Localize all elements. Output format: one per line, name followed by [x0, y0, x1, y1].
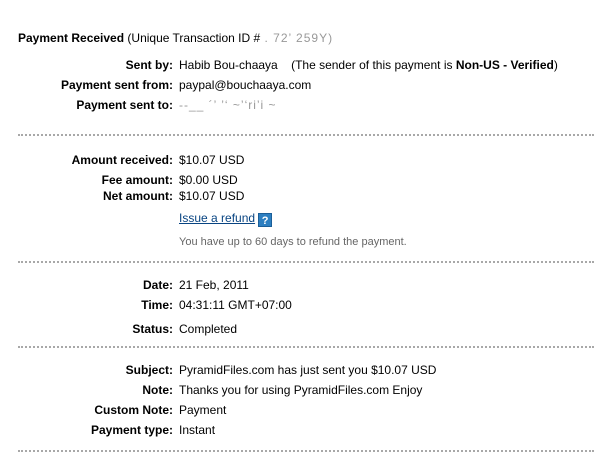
note-label: Note: [142, 383, 173, 397]
page-title: Payment Received [18, 31, 125, 45]
payment-type-label: Payment type: [90, 423, 173, 437]
help-icon[interactable]: ? [258, 213, 273, 227]
status-value: Completed [179, 322, 238, 336]
sent-from-value: paypal@bouchaaya.com [179, 78, 312, 92]
sender-note-suffix: ) [553, 58, 558, 72]
subject-label: Subject: [125, 363, 173, 377]
date-label: Date: [142, 278, 173, 292]
time-label: Time: [141, 298, 173, 312]
sender-note-prefix: (The sender of this payment is [291, 58, 453, 72]
sent-by-value: Habib Bou-chaaya (The sender of this pay… [179, 58, 558, 72]
payment-header: Payment Received (Unique Transaction ID … [18, 31, 333, 45]
amount-received-label: Amount received: [71, 153, 173, 167]
custom-note-label: Custom Note: [94, 403, 173, 417]
sent-to-masked: --__ ´’ ’‘ ~’‘ri’i ~ [179, 98, 277, 112]
transaction-id-prefix: (Unique Transaction ID # [127, 31, 261, 45]
section-divider [18, 261, 594, 263]
fee-amount-value: $0.00 USD [179, 173, 238, 187]
sent-by-label: Sent by: [125, 58, 173, 72]
sender-name: Habib Bou-chaaya [179, 58, 278, 72]
sent-from-label: Payment sent from: [60, 78, 173, 92]
time-value: 04:31:11 GMT+07:00 [179, 298, 292, 312]
status-label: Status: [132, 322, 173, 336]
sender-status: Non-US - Verified [455, 58, 554, 72]
sent-to-label: Payment sent to: [76, 98, 173, 112]
refund-row: Issue a refund? [179, 211, 273, 227]
net-amount-value: $10.07 USD [179, 189, 245, 203]
refund-note: You have up to 60 days to refund the pay… [179, 236, 407, 248]
net-amount-label: Net amount: [103, 189, 173, 203]
custom-note-value: Payment [179, 403, 227, 417]
note-value: Thanks you for using PyramidFiles.com En… [179, 383, 423, 397]
fee-amount-label: Fee amount: [101, 173, 173, 187]
transaction-id-masked: . 72’ 259Y) [260, 31, 334, 45]
section-divider [18, 134, 594, 136]
subject-value: PyramidFiles.com has just sent you $10.0… [179, 363, 437, 377]
section-divider [18, 450, 594, 452]
payment-type-value: Instant [179, 423, 216, 437]
date-value: 21 Feb, 2011 [179, 278, 249, 292]
issue-refund-link[interactable]: Issue a refund [179, 211, 255, 225]
section-divider [18, 346, 594, 348]
amount-received-value: $10.07 USD [179, 153, 245, 167]
